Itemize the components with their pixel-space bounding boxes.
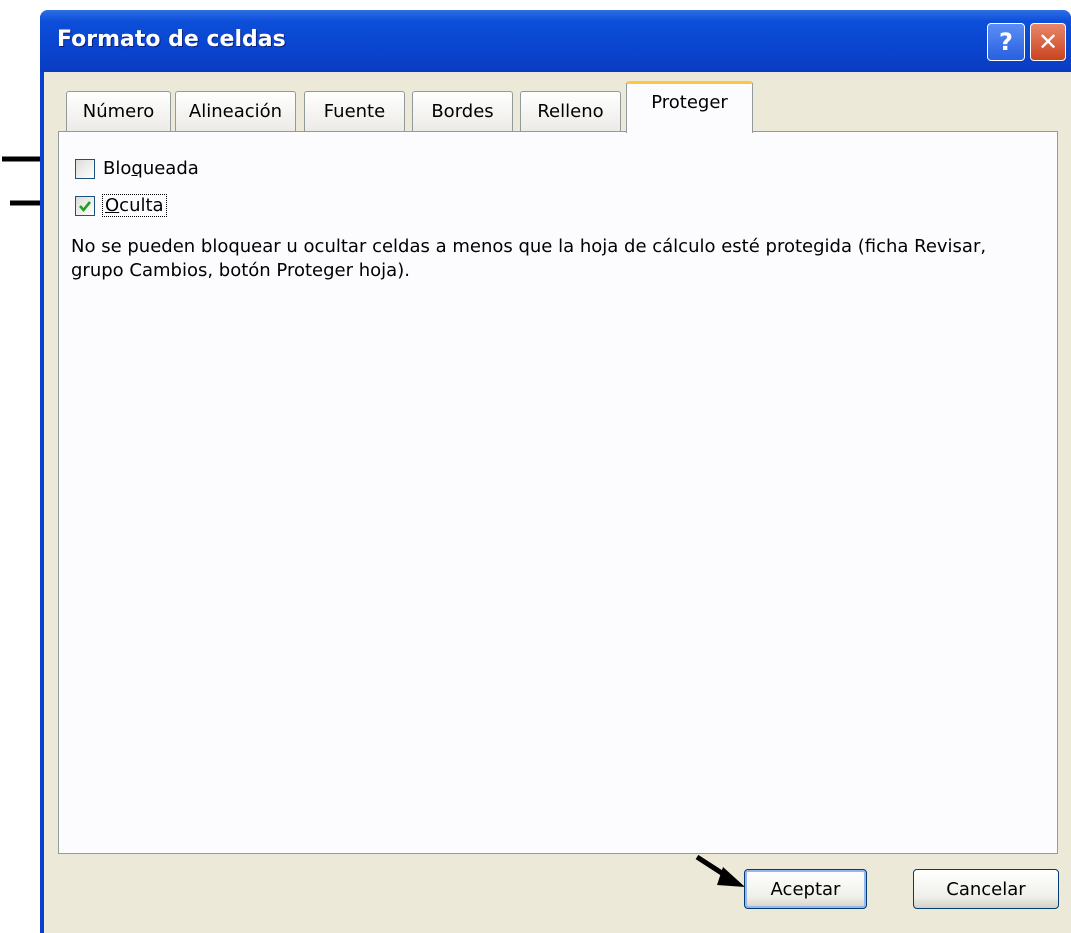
dialog-body: Número Alineación Fuente Bordes Relleno … [44, 72, 1071, 933]
arrow-pointer-icon [695, 854, 745, 887]
locked-checkbox-label: Bloqueada [103, 158, 199, 179]
cancel-button[interactable]: Cancelar [913, 869, 1059, 909]
help-button[interactable]: ? [987, 23, 1025, 61]
tab-proteger[interactable]: Proteger [626, 81, 753, 133]
protection-description: No se pueden bloquear u ocultar celdas a… [71, 236, 987, 281]
locked-checkbox-row[interactable]: Bloqueada [75, 158, 199, 179]
hidden-checkbox-label: Oculta [102, 194, 167, 217]
tab-bordes[interactable]: Bordes [412, 91, 513, 131]
tab-fuente[interactable]: Fuente [304, 91, 405, 131]
tab-numero[interactable]: Número [66, 91, 171, 131]
hidden-checkbox[interactable] [75, 195, 95, 216]
tab-alineacion[interactable]: Alineación [175, 91, 296, 131]
cancel-button-label: Cancelar [946, 878, 1026, 900]
tab-label: Alineación [188, 101, 283, 122]
check-mark-icon [79, 200, 92, 212]
tab-relleno[interactable]: Relleno [520, 91, 621, 131]
close-icon: ✕ [1037, 28, 1059, 56]
tab-label: Proteger [651, 92, 728, 113]
hidden-checkbox-row[interactable]: Oculta [75, 194, 167, 217]
dialog-title: Formato de celdas [57, 27, 286, 52]
close-button[interactable]: ✕ [1030, 23, 1066, 61]
title-bar[interactable]: Formato de celdas ? ✕ [40, 10, 1071, 72]
protect-tab-panel: Bloqueada Oculta No se pueden bloquear u… [58, 131, 1058, 854]
ok-button[interactable]: Aceptar [744, 869, 867, 909]
help-icon: ? [999, 28, 1013, 56]
tab-label: Número [82, 101, 155, 122]
ok-button-label: Aceptar [770, 878, 841, 900]
tab-label: Fuente [323, 101, 386, 122]
format-cells-dialog: Formato de celdas ? ✕ Número Alineación … [40, 10, 1071, 933]
tab-label: Relleno [537, 101, 604, 122]
tab-label: Bordes [431, 101, 494, 122]
locked-checkbox[interactable] [75, 158, 95, 179]
